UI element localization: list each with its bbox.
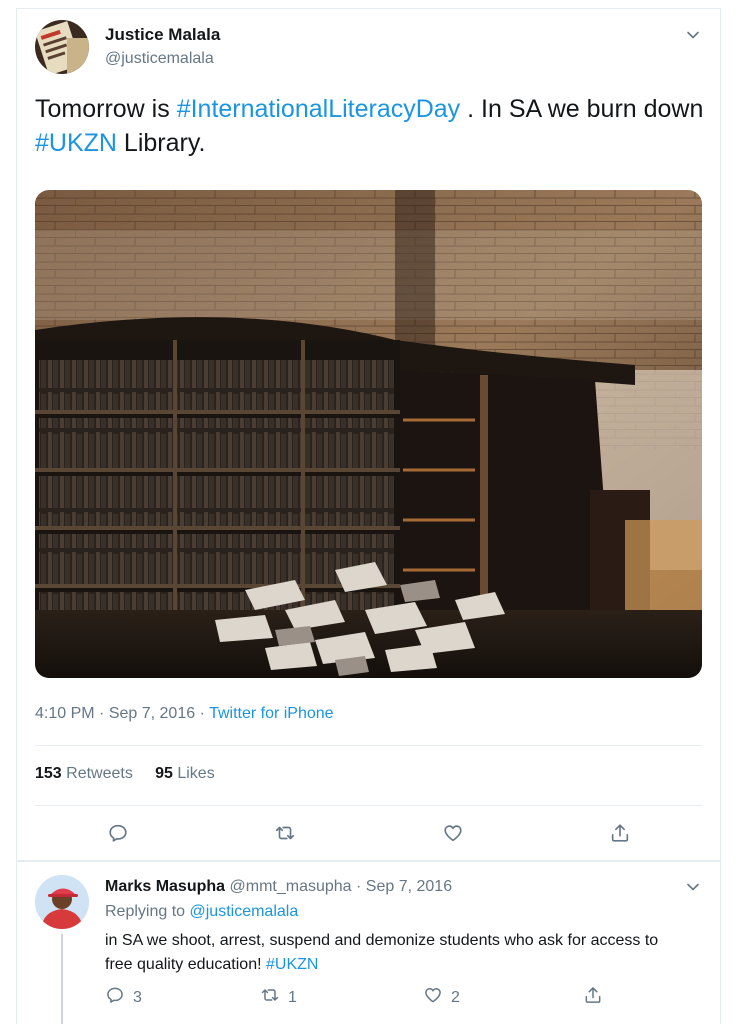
tweet-text: Tomorrow is #InternationalLiteracyDay . …	[35, 92, 705, 160]
retweets-count: 153	[35, 765, 62, 782]
like-icon[interactable]	[440, 820, 466, 846]
reply-icon[interactable]	[105, 820, 131, 846]
hashtag-link[interactable]: #UKZN	[35, 129, 117, 157]
retweets-label: Retweets	[66, 765, 133, 782]
reply-reply-action[interactable]: 3	[105, 985, 142, 1010]
tweet-source[interactable]: Twitter for iPhone	[209, 705, 334, 722]
separator-dot: ·	[356, 878, 362, 895]
like-count: 2	[451, 988, 460, 1006]
hashtag-link[interactable]: #InternationalLiteracyDay	[177, 95, 461, 123]
tweet-timestamp: 4:10 PM · Sep 7, 2016 · Twitter for iPho…	[35, 705, 334, 723]
retweets-stat[interactable]: 153 Retweets	[35, 765, 133, 782]
reply-count: 3	[133, 988, 142, 1006]
thread-line	[61, 934, 63, 1024]
chevron-down-icon[interactable]	[686, 880, 700, 894]
reply-icon	[105, 985, 125, 1010]
retweet-count: 1	[288, 988, 297, 1006]
likes-count: 95	[155, 765, 173, 782]
replying-label: Replying to	[105, 903, 186, 920]
divider	[35, 745, 702, 746]
like-icon	[423, 985, 443, 1010]
text-part: Library.	[116, 129, 206, 157]
tweet-separator	[16, 860, 721, 862]
retweet-icon	[260, 985, 280, 1010]
hashtag-link[interactable]: #UKZN	[266, 956, 318, 973]
likes-label: Likes	[177, 765, 215, 782]
reply-header: Marks Masupha @mmt_masupha · Sep 7, 2016	[105, 878, 452, 896]
text-part: Tomorrow is	[35, 95, 177, 123]
share-icon	[583, 985, 603, 1010]
text-part: . In SA we burn down	[460, 95, 704, 123]
retweet-icon[interactable]	[272, 820, 298, 846]
separator-dot: ·	[99, 705, 105, 722]
reply-share-action[interactable]	[583, 985, 603, 1010]
reply-date[interactable]: Sep 7, 2016	[366, 878, 452, 895]
replying-to: Replying to @justicemalala	[105, 903, 298, 921]
author-avatar[interactable]	[35, 20, 89, 74]
tweet-date[interactable]: Sep 7, 2016	[109, 705, 195, 722]
replying-to-handle[interactable]: @justicemalala	[190, 903, 299, 920]
tweet-stats: 153 Retweets 95 Likes	[35, 765, 215, 783]
reply-author-handle[interactable]: @mmt_masupha	[230, 878, 352, 895]
tweet-time[interactable]: 4:10 PM	[35, 705, 95, 722]
reply-body: in SA we shoot, arrest, suspend and demo…	[105, 932, 659, 973]
reply-author-name[interactable]: Marks Masupha	[105, 878, 225, 895]
share-icon[interactable]	[607, 820, 633, 846]
author-name[interactable]: Justice Malala	[105, 25, 220, 45]
reply-like-action[interactable]: 2	[423, 985, 460, 1010]
reply-text: in SA we shoot, arrest, suspend and demo…	[105, 929, 685, 977]
author-handle[interactable]: @justicemalala	[105, 50, 214, 68]
separator-dot: ·	[199, 705, 205, 722]
likes-stat[interactable]: 95 Likes	[155, 765, 215, 782]
tweet-photo[interactable]	[35, 190, 702, 678]
divider	[35, 805, 702, 806]
reply-author-avatar[interactable]	[35, 875, 89, 929]
reply-retweet-action[interactable]: 1	[260, 985, 297, 1010]
chevron-down-icon[interactable]	[686, 28, 700, 42]
